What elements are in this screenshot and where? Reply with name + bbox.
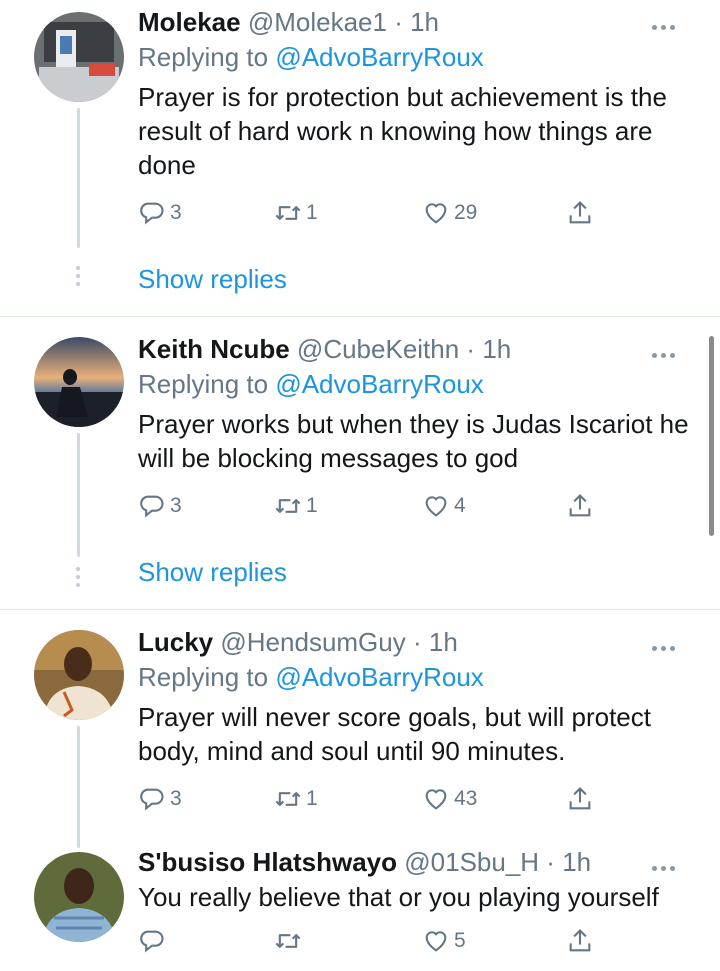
like-count: 29 bbox=[454, 201, 478, 224]
share-icon bbox=[569, 494, 591, 517]
retweet-count: 1 bbox=[306, 201, 318, 224]
share-button[interactable] bbox=[566, 196, 594, 230]
show-replies-link[interactable]: Show replies bbox=[138, 557, 287, 588]
avatar[interactable] bbox=[34, 12, 124, 102]
replying-to: Replying to @AdvoBarryRoux bbox=[138, 369, 484, 399]
more-icon[interactable] bbox=[652, 17, 682, 30]
share-icon bbox=[569, 929, 591, 952]
retweet-icon bbox=[275, 206, 301, 220]
replying-to-handle[interactable]: @AdvoBarryRoux bbox=[275, 42, 483, 72]
reply-count: 3 bbox=[170, 494, 182, 517]
avatar[interactable] bbox=[34, 630, 124, 720]
tweet[interactable]: Molekae @Molekae1 · 1h Replying to @Advo… bbox=[0, 0, 720, 316]
like-button[interactable]: 5 bbox=[422, 924, 466, 958]
replying-to: Replying to @AdvoBarryRoux bbox=[138, 662, 484, 692]
retweet-button[interactable]: 1 bbox=[274, 489, 318, 523]
more-icon[interactable] bbox=[652, 345, 682, 358]
display-name[interactable]: S'busiso Hlatshwayo bbox=[138, 847, 397, 877]
tweet-header: Lucky @HendsumGuy · 1h bbox=[138, 627, 458, 657]
like-button[interactable]: 43 bbox=[422, 782, 477, 816]
reply-icon bbox=[140, 202, 164, 225]
tweet-text: Prayer works but when they is Judas Isca… bbox=[138, 409, 689, 473]
tweet-header: Keith Ncube @CubeKeithn · 1h bbox=[138, 334, 512, 364]
reply-count: 3 bbox=[170, 201, 182, 224]
like-button[interactable]: 4 bbox=[422, 489, 466, 523]
more-icon[interactable] bbox=[652, 638, 682, 651]
retweet-button[interactable] bbox=[274, 924, 302, 958]
scrollbar[interactable] bbox=[709, 336, 714, 536]
display-name[interactable]: Molekae bbox=[138, 7, 241, 37]
tweet-text: Prayer will never score goals, but will … bbox=[138, 702, 651, 766]
retweet-icon bbox=[275, 792, 301, 806]
like-count: 5 bbox=[454, 929, 466, 952]
thread-line bbox=[77, 108, 80, 248]
tweet-actions: 3 1 43 bbox=[138, 782, 598, 816]
reply-count: 3 bbox=[170, 787, 182, 810]
timestamp[interactable]: 1h bbox=[482, 334, 511, 364]
display-name[interactable]: Lucky bbox=[138, 627, 213, 657]
reply-button[interactable]: 3 bbox=[138, 196, 182, 230]
share-icon bbox=[569, 787, 591, 810]
thread-continuation-dots bbox=[74, 266, 82, 290]
share-button[interactable] bbox=[566, 489, 594, 523]
tweet-actions: 3 1 4 bbox=[138, 489, 598, 523]
user-handle[interactable]: @Molekae1 bbox=[248, 7, 387, 37]
share-button[interactable] bbox=[566, 924, 594, 958]
retweet-button[interactable]: 1 bbox=[274, 782, 318, 816]
display-name[interactable]: Keith Ncube bbox=[138, 334, 290, 364]
retweet-icon bbox=[275, 934, 301, 948]
user-handle[interactable]: @CubeKeithn bbox=[297, 334, 459, 364]
tweet-header: Molekae @Molekae1 · 1h bbox=[138, 7, 440, 37]
like-icon bbox=[425, 203, 447, 224]
tweet-text: You really believe that or you playing y… bbox=[138, 882, 659, 912]
timestamp[interactable]: 1h bbox=[429, 627, 458, 657]
timestamp[interactable]: 1h bbox=[562, 847, 591, 877]
like-count: 43 bbox=[454, 787, 478, 810]
replying-to: Replying to @AdvoBarryRoux bbox=[138, 42, 484, 72]
tweet[interactable]: Keith Ncube @CubeKeithn · 1h Replying to… bbox=[0, 317, 720, 609]
tweet-header: S'busiso Hlatshwayo @01Sbu_H · 1h bbox=[138, 847, 592, 877]
reply-button[interactable]: 3 bbox=[138, 489, 182, 523]
timestamp[interactable]: 1h bbox=[410, 7, 439, 37]
tweet-actions: 5 bbox=[138, 924, 598, 958]
avatar[interactable] bbox=[34, 337, 124, 427]
reply-icon bbox=[140, 930, 164, 953]
user-handle[interactable]: @01Sbu_H bbox=[404, 847, 539, 877]
replying-to-handle[interactable]: @AdvoBarryRoux bbox=[275, 662, 483, 692]
like-icon bbox=[425, 789, 447, 810]
thread-line bbox=[77, 433, 80, 557]
user-handle[interactable]: @HendsumGuy bbox=[220, 627, 405, 657]
tweet[interactable]: S'busiso Hlatshwayo @01Sbu_H · 1h You re… bbox=[0, 838, 720, 971]
like-icon bbox=[425, 496, 447, 517]
tweet[interactable]: Lucky @HendsumGuy · 1h Replying to @Advo… bbox=[0, 610, 720, 848]
reply-icon bbox=[140, 788, 164, 811]
like-count: 4 bbox=[454, 494, 466, 517]
retweet-button[interactable]: 1 bbox=[274, 196, 318, 230]
share-button[interactable] bbox=[566, 782, 594, 816]
tweet-actions: 3 1 29 bbox=[138, 196, 598, 230]
thread-continuation-dots bbox=[74, 567, 82, 591]
share-icon bbox=[569, 201, 591, 224]
retweet-count: 1 bbox=[306, 494, 318, 517]
reply-icon bbox=[140, 495, 164, 518]
tweet-text: Prayer is for protection but achievement… bbox=[138, 82, 667, 180]
replying-to-handle[interactable]: @AdvoBarryRoux bbox=[275, 369, 483, 399]
thread-line bbox=[77, 726, 80, 848]
retweet-icon bbox=[275, 499, 301, 513]
reply-button[interactable]: 3 bbox=[138, 782, 182, 816]
like-icon bbox=[425, 931, 447, 952]
avatar[interactable] bbox=[34, 852, 124, 942]
like-button[interactable]: 29 bbox=[422, 196, 477, 230]
show-replies-link[interactable]: Show replies bbox=[138, 264, 287, 295]
more-icon[interactable] bbox=[652, 858, 682, 871]
reply-button[interactable] bbox=[138, 924, 166, 958]
retweet-count: 1 bbox=[306, 787, 318, 810]
